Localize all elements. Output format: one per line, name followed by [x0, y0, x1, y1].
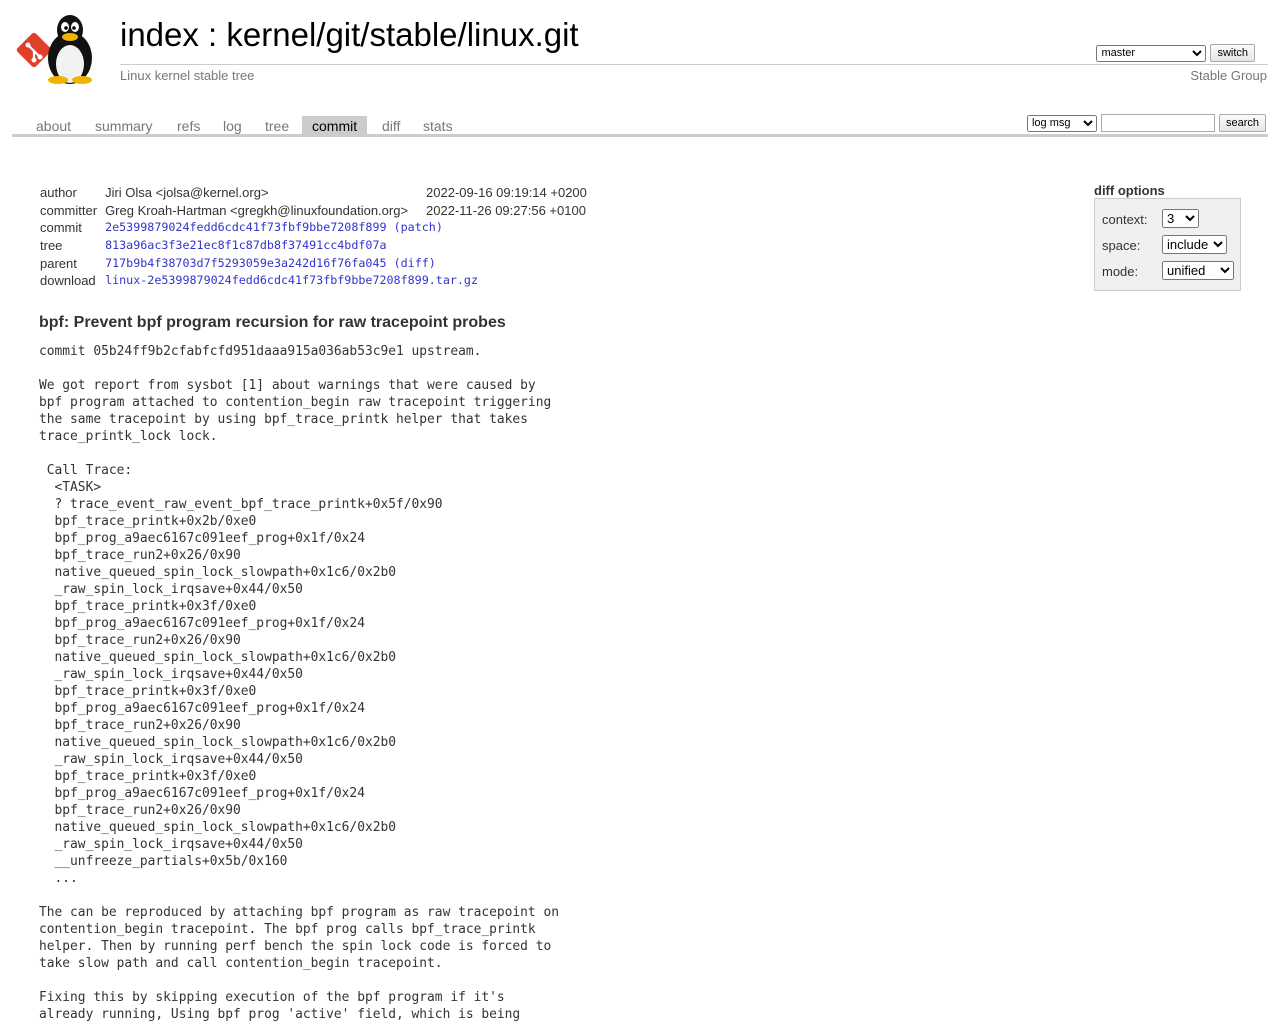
author-date: 2022-09-16 09:19:14 +0200 [426, 185, 587, 201]
tab-refs[interactable]: refs [167, 116, 210, 134]
diff-options-panel: context: 3 space: include mode: unified [1094, 198, 1241, 291]
committer-row: committer Greg Kroah-Hartman <gregkh@lin… [36, 202, 591, 220]
tree-hash-link[interactable]: 813a96ac3f3e21ec8f1c87db8f37491cc4bdf07a [105, 238, 386, 252]
tree-value: 813a96ac3f3e21ec8f1c87db8f37491cc4bdf07a [101, 237, 591, 255]
commit-subject: bpf: Prevent bpf program recursion for r… [39, 314, 506, 331]
tab-stats[interactable]: stats [413, 116, 463, 134]
patch-link[interactable]: patch [401, 220, 436, 234]
context-select[interactable]: 3 [1162, 209, 1199, 228]
tab-commit[interactable]: commit [302, 116, 368, 134]
search-input[interactable] [1100, 114, 1215, 132]
tab-tree[interactable]: tree [255, 116, 299, 134]
download-label: download [40, 273, 96, 289]
space-select[interactable]: include [1162, 235, 1227, 254]
parent-value: 717b9b4f38703d7f5293059e3a242d16f76fa045… [105, 255, 436, 270]
header-divider [120, 64, 1268, 65]
tree-row: tree 813a96ac3f3e21ec8f1c87db8f37491cc4b… [36, 237, 591, 255]
parent-hash-link[interactable]: 717b9b4f38703d7f5293059e3a242d16f76fa045 [105, 256, 386, 270]
repo-owner[interactable]: Stable Group [1190, 68, 1267, 83]
page-title: index : kernel/git/stable/linux.git [120, 16, 579, 54]
search-form: log msg search [1026, 114, 1266, 132]
commit-value: 2e5399879024fedd6cdc41f73fbf9bbe7208f899… [105, 220, 443, 235]
author-label: author [40, 185, 77, 201]
tux-git-logo-icon[interactable] [14, 12, 110, 84]
diff-link[interactable]: diff [401, 256, 429, 270]
branch-switch-form: master switch [1096, 44, 1255, 62]
parent-row: parent 717b9b4f38703d7f5293059e3a242d16f… [36, 254, 591, 272]
mode-label: mode: [1102, 264, 1139, 279]
space-label: space: [1102, 238, 1141, 253]
commit-row: commit 2e5399879024fedd6cdc41f73fbf9bbe7… [36, 219, 591, 237]
search-button[interactable]: search [1218, 114, 1266, 132]
author-value: Jiri Olsa <jolsa@kernel.org> [105, 185, 269, 201]
title-separator: : [198, 16, 227, 53]
parent-label: parent [40, 255, 77, 271]
diff-options-title: diff options [1094, 183, 1165, 198]
mode-select[interactable]: unified [1162, 261, 1234, 280]
commit-message: commit 05b24ff9b2cfabfcfd951daaa915a036a… [39, 344, 559, 1022]
tab-summary[interactable]: summary [85, 116, 163, 134]
committer-date: 2022-11-26 09:27:56 +0100 [426, 202, 586, 218]
download-row: download linux-2e5399879024fedd6cdc41f73… [36, 272, 591, 290]
tree-label: tree [40, 238, 63, 254]
index-link[interactable]: index [120, 16, 199, 53]
branch-select[interactable]: master [1096, 44, 1207, 62]
committer-label: committer [40, 202, 98, 218]
download-link[interactable]: linux-2e5399879024fedd6cdc41f73fbf9bbe72… [105, 273, 478, 287]
search-mode-select[interactable]: log msg [1026, 114, 1097, 132]
tab-about[interactable]: about [26, 116, 81, 134]
download-value: linux-2e5399879024fedd6cdc41f73fbf9bbe72… [101, 272, 591, 290]
commit-label: commit [40, 220, 82, 236]
tab-log[interactable]: log [213, 116, 252, 134]
author-row: author Jiri Olsa <jolsa@kernel.org> 2022… [36, 184, 591, 202]
switch-button[interactable]: switch [1210, 44, 1255, 62]
committer-value: Greg Kroah-Hartman <gregkh@linuxfoundati… [105, 202, 409, 218]
commit-hash-link[interactable]: 2e5399879024fedd6cdc41f73fbf9bbe7208f899 [105, 220, 386, 234]
tab-diff[interactable]: diff [372, 116, 410, 134]
repo-description: Linux kernel stable tree [120, 68, 255, 83]
commit-info-table: author Jiri Olsa <jolsa@kernel.org> 2022… [36, 184, 591, 290]
repo-link[interactable]: kernel/git/stable/linux.git [226, 16, 578, 53]
context-label: context: [1102, 212, 1148, 227]
